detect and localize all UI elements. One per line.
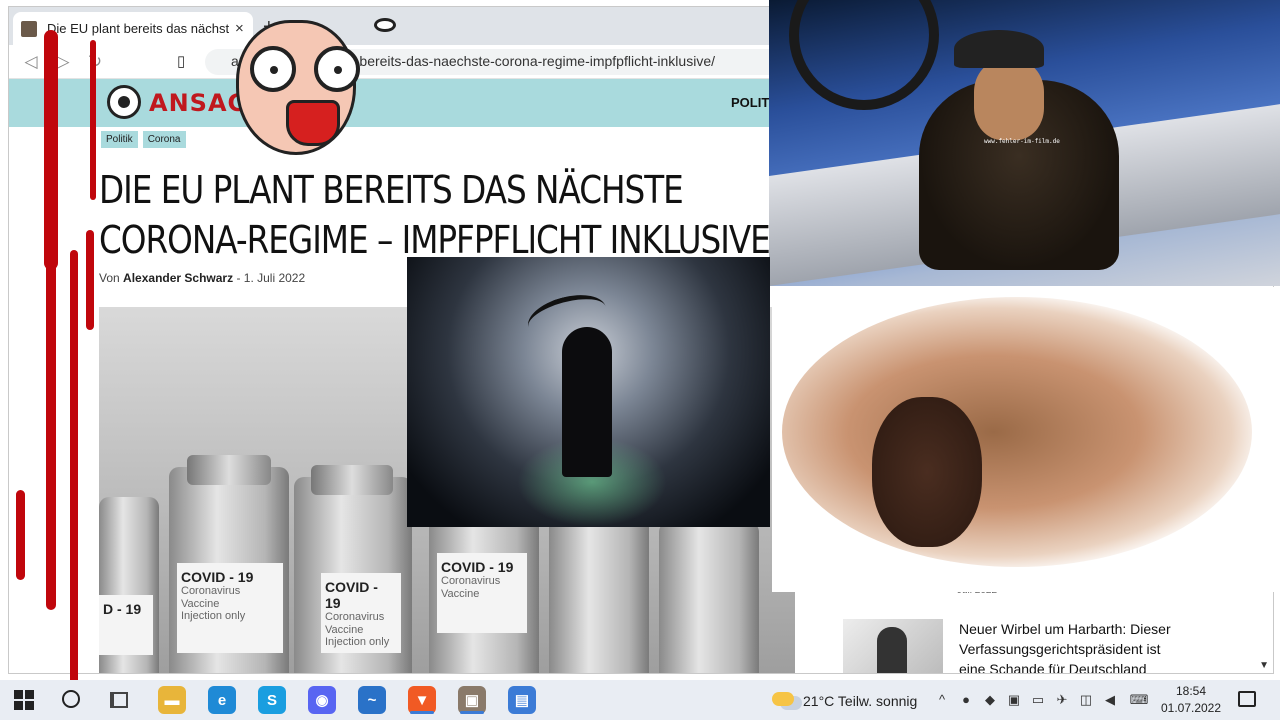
weather-temperature: 21°C	[803, 693, 835, 709]
keyboard-icon[interactable]: ⌨	[1128, 692, 1150, 708]
brave-icon[interactable]: ▼	[408, 686, 436, 714]
blood-drip	[44, 30, 58, 270]
weather-partly-sunny-icon[interactable]	[772, 692, 794, 706]
image-viewer-icon[interactable]: ▣	[458, 686, 486, 714]
overlay-cartoon-screaming-face	[206, 8, 406, 158]
tray-chevron-up-icon[interactable]: ^	[934, 692, 950, 708]
article-headline: DIE EU PLANT BEREITS DAS NÄCHSTE CORONA-…	[99, 165, 771, 265]
blood-drip	[86, 230, 94, 330]
clock-time: 18:54	[1175, 684, 1207, 698]
overlay-image-sailor: www.fehler-im-film.de	[769, 0, 1280, 286]
cartoon-eye-left	[250, 46, 296, 92]
sidebar-thumbnail[interactable]	[843, 619, 943, 673]
sidebar-article-link[interactable]: Neuer Wirbel um Harbarth: Dieser Verfass…	[959, 619, 1189, 673]
cartoon-eye-right	[314, 46, 360, 92]
battery-icon[interactable]: ▭	[1030, 692, 1046, 708]
dropbox-icon[interactable]: ◆	[982, 692, 998, 708]
tab-title: Die EU plant bereits das nächste C	[47, 21, 229, 36]
overlay-image-shrunken-head	[772, 287, 1280, 592]
tray-app-icon[interactable]: ●	[958, 692, 974, 708]
network-icon[interactable]: ◫	[1078, 692, 1094, 708]
tray-device-icon[interactable]: ▣	[1006, 692, 1022, 708]
vial-label: COVID - 19 Coronavirus Vaccine Injection…	[321, 573, 401, 653]
taskbar: ▬ e S ◉ ~ ▼ ▣ ▤ 21°C Teilw. sonnig ^ ● ◆…	[0, 680, 1280, 720]
edge-icon[interactable]: e	[208, 686, 236, 714]
vial	[549, 517, 649, 673]
screen: Die EU plant bereits das nächste C × + ◁…	[0, 0, 1280, 720]
cartoon-mouth	[286, 100, 340, 146]
bookmark-icon[interactable]: ▯	[177, 52, 185, 70]
vial-label: COVID - 19 Coronavirus Vaccine	[437, 553, 527, 633]
vial-cap	[187, 455, 271, 485]
tag-corona[interactable]: Corona	[142, 131, 186, 148]
notification-center-icon[interactable]	[1238, 691, 1256, 707]
headline-line-1: DIE EU PLANT BEREITS DAS NÄCHSTE	[99, 168, 684, 212]
system-clock[interactable]: 18:54 01.07.2022	[1160, 683, 1222, 717]
byline-separator: -	[236, 271, 241, 285]
image-watermark: www.fehler-im-film.de	[984, 138, 1060, 145]
blood-drip	[70, 250, 78, 690]
article-date: 1. Juli 2022	[243, 271, 306, 285]
site-logo-icon[interactable]	[107, 85, 141, 119]
author-link[interactable]: Alexander Schwarz	[123, 271, 233, 285]
discord-icon[interactable]: ◉	[308, 686, 336, 714]
head-face-shape	[872, 397, 982, 547]
scroll-down-icon[interactable]: ▼	[1259, 660, 1269, 671]
blood-drip	[16, 490, 25, 580]
cartoon-sweat-drop	[374, 18, 396, 32]
airplane-icon[interactable]: ✈	[1054, 692, 1070, 708]
blood-drip	[90, 40, 96, 200]
weather-widget[interactable]: 21°C Teilw. sonnig	[803, 693, 917, 709]
search-icon[interactable]	[62, 690, 80, 708]
article-tags: Politik Corona	[101, 131, 186, 148]
volume-icon[interactable]: ◀	[1102, 692, 1118, 708]
vial-label: COVID - 19 Coronavirus Vaccine Injection…	[177, 563, 283, 653]
thunderbird-icon[interactable]: ~	[358, 686, 386, 714]
hair-shape	[782, 297, 1252, 567]
byline-prefix: Von	[99, 271, 120, 285]
task-view-icon[interactable]	[110, 692, 128, 708]
article-byline: Von Alexander Schwarz - 1. Juli 2022	[99, 271, 305, 285]
back-icon[interactable]: ◁	[15, 52, 47, 72]
clock-date: 01.07.2022	[1160, 701, 1222, 715]
document-app-icon[interactable]: ▤	[508, 686, 536, 714]
weather-condition: Teilw. sonnig	[837, 693, 918, 709]
tag-politik[interactable]: Politik	[101, 131, 138, 148]
file-explorer-icon[interactable]: ▬	[158, 686, 186, 714]
sailor-face	[974, 60, 1044, 140]
overlay-image-grim-reaper	[407, 257, 770, 527]
vial-label: D - 19	[99, 595, 153, 655]
vial-cap	[311, 465, 393, 495]
favicon-icon	[21, 20, 37, 37]
windows-start-icon[interactable]	[14, 690, 34, 710]
reaper-figure	[562, 327, 612, 477]
skype-icon[interactable]: S	[258, 686, 286, 714]
sailor-cap	[954, 30, 1044, 68]
blood-drip	[46, 260, 56, 610]
ship-wheel-icon	[789, 0, 939, 110]
vial	[659, 522, 759, 673]
